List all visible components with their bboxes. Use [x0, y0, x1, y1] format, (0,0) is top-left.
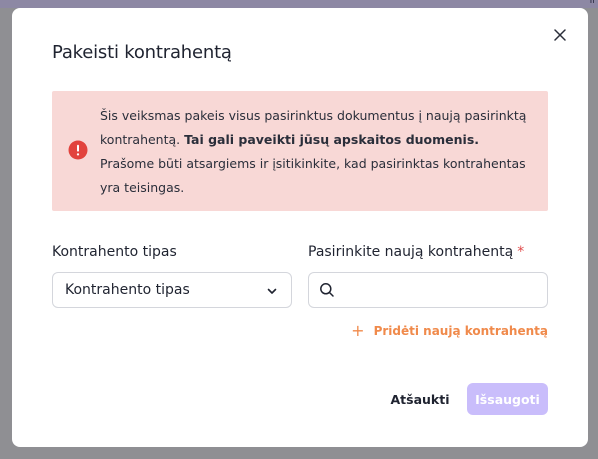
add-new-counterparty-label: Pridėti naują kontrahentą	[373, 324, 548, 338]
counterparty-search-input[interactable]	[343, 277, 539, 303]
counterparty-type-value: Kontrahento tipas	[65, 282, 190, 298]
warning-text-emphasis: Tai gali paveikti jūsų apskaitos duomeni…	[184, 132, 480, 147]
close-icon	[554, 29, 566, 41]
add-new-counterparty-link[interactable]: + Pridėti naują kontrahentą	[351, 321, 548, 340]
save-button[interactable]: Išsaugoti	[467, 383, 548, 415]
counterparty-type-label: Kontrahento tipas	[52, 244, 177, 260]
new-counterparty-label-text: Pasirinkite naują kontrahentą	[308, 244, 514, 260]
background-corner-text: Ir	[589, 0, 596, 6]
close-button[interactable]	[550, 25, 570, 45]
exclamation-circle-icon	[68, 140, 88, 160]
background-app-strip: Ir	[0, 0, 598, 8]
modal-title: Pakeisti kontrahentą	[52, 42, 232, 63]
chevron-down-icon	[267, 288, 277, 294]
cancel-button[interactable]: Atšaukti	[388, 383, 452, 415]
counterparty-type-select[interactable]: Kontrahento tipas	[52, 272, 292, 308]
counterparty-search[interactable]	[308, 272, 548, 308]
warning-alert: Šis veiksmas pakeis visus pasirinktus do…	[52, 91, 548, 211]
search-icon	[320, 283, 334, 297]
warning-text-outro: Prašome būti atsargiems ir įsitikinkite,…	[100, 156, 526, 195]
plus-icon: +	[351, 321, 365, 340]
change-counterparty-modal: Pakeisti kontrahentą Šis veiksmas pakeis…	[12, 8, 588, 447]
new-counterparty-label: Pasirinkite naują kontrahentą *	[308, 244, 524, 260]
required-mark: *	[517, 244, 525, 260]
warning-text: Šis veiksmas pakeis visus pasirinktus do…	[100, 104, 530, 200]
